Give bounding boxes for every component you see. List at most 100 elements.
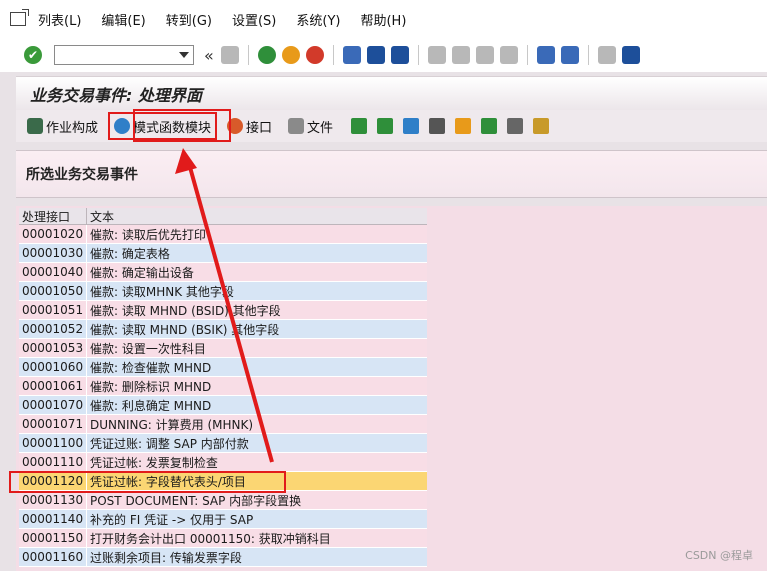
- cell-interface-id: 00001140: [19, 510, 87, 528]
- menu-edit[interactable]: 编辑(E): [101, 10, 145, 29]
- cell-interface-id: 00001040: [19, 263, 87, 281]
- toolbar-divider: [587, 45, 589, 65]
- table-row[interactable]: 00001140 补充的 FI 凭证 -> 仅用于 SAP: [19, 510, 427, 529]
- grid-layout-icon[interactable]: [533, 118, 550, 134]
- new-session-icon[interactable]: [536, 46, 555, 64]
- layout-icon[interactable]: [621, 46, 640, 64]
- table-row[interactable]: 00001050 催款: 读取MHNK 其他字段: [19, 282, 427, 301]
- standard-toolbar: ✔ «: [0, 38, 767, 72]
- table-row[interactable]: 00001020 催款: 读取后优先打印: [19, 225, 427, 244]
- table-row[interactable]: 00001071 DUNNING: 计算费用 (MHNK): [19, 415, 427, 434]
- table-row[interactable]: 00001160 过账剩余项目: 传输发票字段: [19, 548, 427, 567]
- table-row[interactable]: 00001100 凭证过账: 调整 SAP 内部付款: [19, 434, 427, 453]
- section-title: 所选业务交易事件: [26, 167, 138, 183]
- application-toolbar: 作业构成 模式函数模块 接口 文件: [16, 110, 767, 142]
- column-header-interface[interactable]: 处理接口: [19, 207, 87, 225]
- function-module-icon: [114, 118, 131, 134]
- table-row[interactable]: 00001070 催款: 利息确定 MHND: [19, 396, 427, 415]
- cell-interface-id: 00001053: [19, 339, 87, 357]
- cell-text: 催款: 读取MHNK 其他字段: [90, 284, 234, 299]
- table-row[interactable]: 00001040 催款: 确定输出设备: [19, 263, 427, 282]
- cell-interface-id: 00001061: [19, 377, 87, 395]
- cell-interface-id: 00001050: [19, 282, 87, 300]
- cell-interface-id: 00001060: [19, 358, 87, 376]
- table-row[interactable]: 00001030 催款: 确定表格: [19, 244, 427, 263]
- table-row[interactable]: 00001052 催款: 读取 MHND (BSIK) 其他字段: [19, 320, 427, 339]
- command-field[interactable]: [54, 45, 194, 65]
- back-chevron-icon[interactable]: «: [204, 46, 214, 65]
- cell-text: 催款: 读取 MHND (BSIK) 其他字段: [90, 322, 280, 337]
- cell-text: 催款: 检查催款 MHND: [90, 360, 212, 375]
- menu-settings[interactable]: 设置(S): [232, 10, 276, 29]
- cell-interface-id: 00001020: [19, 225, 87, 243]
- interface-label: 接口: [246, 120, 273, 136]
- table-row[interactable]: 00001060 催款: 检查催款 MHND: [19, 358, 427, 377]
- exit-icon[interactable]: [281, 46, 300, 64]
- cell-text: 凭证过账: 调整 SAP 内部付款: [90, 436, 249, 451]
- table-row[interactable]: 00001051 催款: 读取 MHND (BSID) 其他字段: [19, 301, 427, 320]
- cell-text: 打开财务会计出口 00001150: 获取冲销科目: [90, 531, 331, 546]
- table-row[interactable]: 00001053 催款: 设置一次性科目: [19, 339, 427, 358]
- shortcut-icon[interactable]: [560, 46, 579, 64]
- menu-bar: 列表(L) 编辑(E) 转到(G) 设置(S) 系统(Y) 帮助(H): [0, 0, 767, 38]
- find-icon[interactable]: [366, 46, 385, 64]
- table-row[interactable]: 00001150 打开财务会计出口 00001150: 获取冲销科目: [19, 529, 427, 548]
- next-page-icon[interactable]: [475, 46, 494, 64]
- print-icon[interactable]: [342, 46, 361, 64]
- cancel-icon[interactable]: [305, 46, 324, 64]
- cell-interface-id: 00001070: [19, 396, 87, 414]
- toolbar-divider: [526, 45, 528, 65]
- job-structure-label: 作业构成: [46, 120, 99, 136]
- interface-button[interactable]: 接口: [224, 115, 275, 137]
- menu-help[interactable]: 帮助(H): [360, 10, 406, 29]
- file-icon: [288, 118, 305, 134]
- cell-interface-id: 00001071: [19, 415, 87, 433]
- save-icon[interactable]: [220, 46, 239, 64]
- previous-page-icon[interactable]: [451, 46, 470, 64]
- toolbar-divider: [332, 45, 334, 65]
- menu-system[interactable]: 系统(Y): [296, 10, 340, 29]
- cell-text: 催款: 利息确定 MHND: [90, 398, 212, 413]
- filter-icon[interactable]: [403, 118, 420, 134]
- file-button[interactable]: 文件: [285, 115, 336, 137]
- cell-text: 催款: 读取后优先打印: [90, 227, 206, 242]
- page-title: 业务交易事件: 处理界面: [30, 85, 202, 105]
- help-icon[interactable]: [597, 46, 616, 64]
- delete-icon[interactable]: [507, 118, 524, 134]
- find-next-icon[interactable]: [390, 46, 409, 64]
- sum-icon[interactable]: [429, 118, 446, 134]
- cell-text: 过账剩余项目: 传输发票字段: [90, 550, 242, 565]
- last-page-icon[interactable]: [499, 46, 518, 64]
- table-row[interactable]: 00001061 催款: 删除标识 MHND: [19, 377, 427, 396]
- job-structure-button[interactable]: 作业构成: [24, 115, 101, 137]
- cell-interface-id: 00001110: [19, 453, 87, 471]
- import-icon[interactable]: [481, 118, 498, 134]
- cell-text: 催款: 删除标识 MHND: [90, 379, 212, 394]
- sort-descending-icon[interactable]: [377, 118, 394, 134]
- toolbar-divider: [247, 45, 249, 65]
- back-icon[interactable]: [257, 46, 276, 64]
- export-icon[interactable]: [455, 118, 472, 134]
- watermark: CSDN @程卓: [685, 549, 753, 562]
- cell-text: 催款: 读取 MHND (BSID) 其他字段: [90, 303, 281, 318]
- first-page-icon[interactable]: [427, 46, 446, 64]
- cell-interface-id: 00001130: [19, 491, 87, 509]
- chevron-down-icon[interactable]: [179, 52, 189, 58]
- cell-interface-id: 00001100: [19, 434, 87, 452]
- sort-ascending-icon[interactable]: [351, 118, 368, 134]
- cell-text: POST DOCUMENT: SAP 内部字段置换: [90, 493, 302, 508]
- screen-title-bar: 业务交易事件: 处理界面: [16, 76, 767, 110]
- column-header-text[interactable]: 文本: [87, 208, 114, 225]
- table-row[interactable]: 00001130 POST DOCUMENT: SAP 内部字段置换: [19, 491, 427, 510]
- menu-goto[interactable]: 转到(G): [166, 10, 212, 29]
- sap-menu-icon[interactable]: [10, 9, 29, 26]
- menu-list[interactable]: 列表(L): [38, 10, 81, 29]
- enter-check-icon[interactable]: ✔: [24, 46, 42, 64]
- toolbar-divider: [417, 45, 419, 65]
- cell-interface-id: 00001030: [19, 244, 87, 262]
- events-table: 处理接口 文本 00001020 催款: 读取后优先打印 00001030 催款: 确…: [19, 207, 427, 567]
- search-structure-icon: [27, 118, 43, 134]
- table-row[interactable]: 00001110 凭证过帐: 发票复制检查: [19, 453, 427, 472]
- highlight-box-row-00001120: [9, 471, 286, 493]
- cell-text: 凭证过帐: 发票复制检查: [90, 455, 218, 470]
